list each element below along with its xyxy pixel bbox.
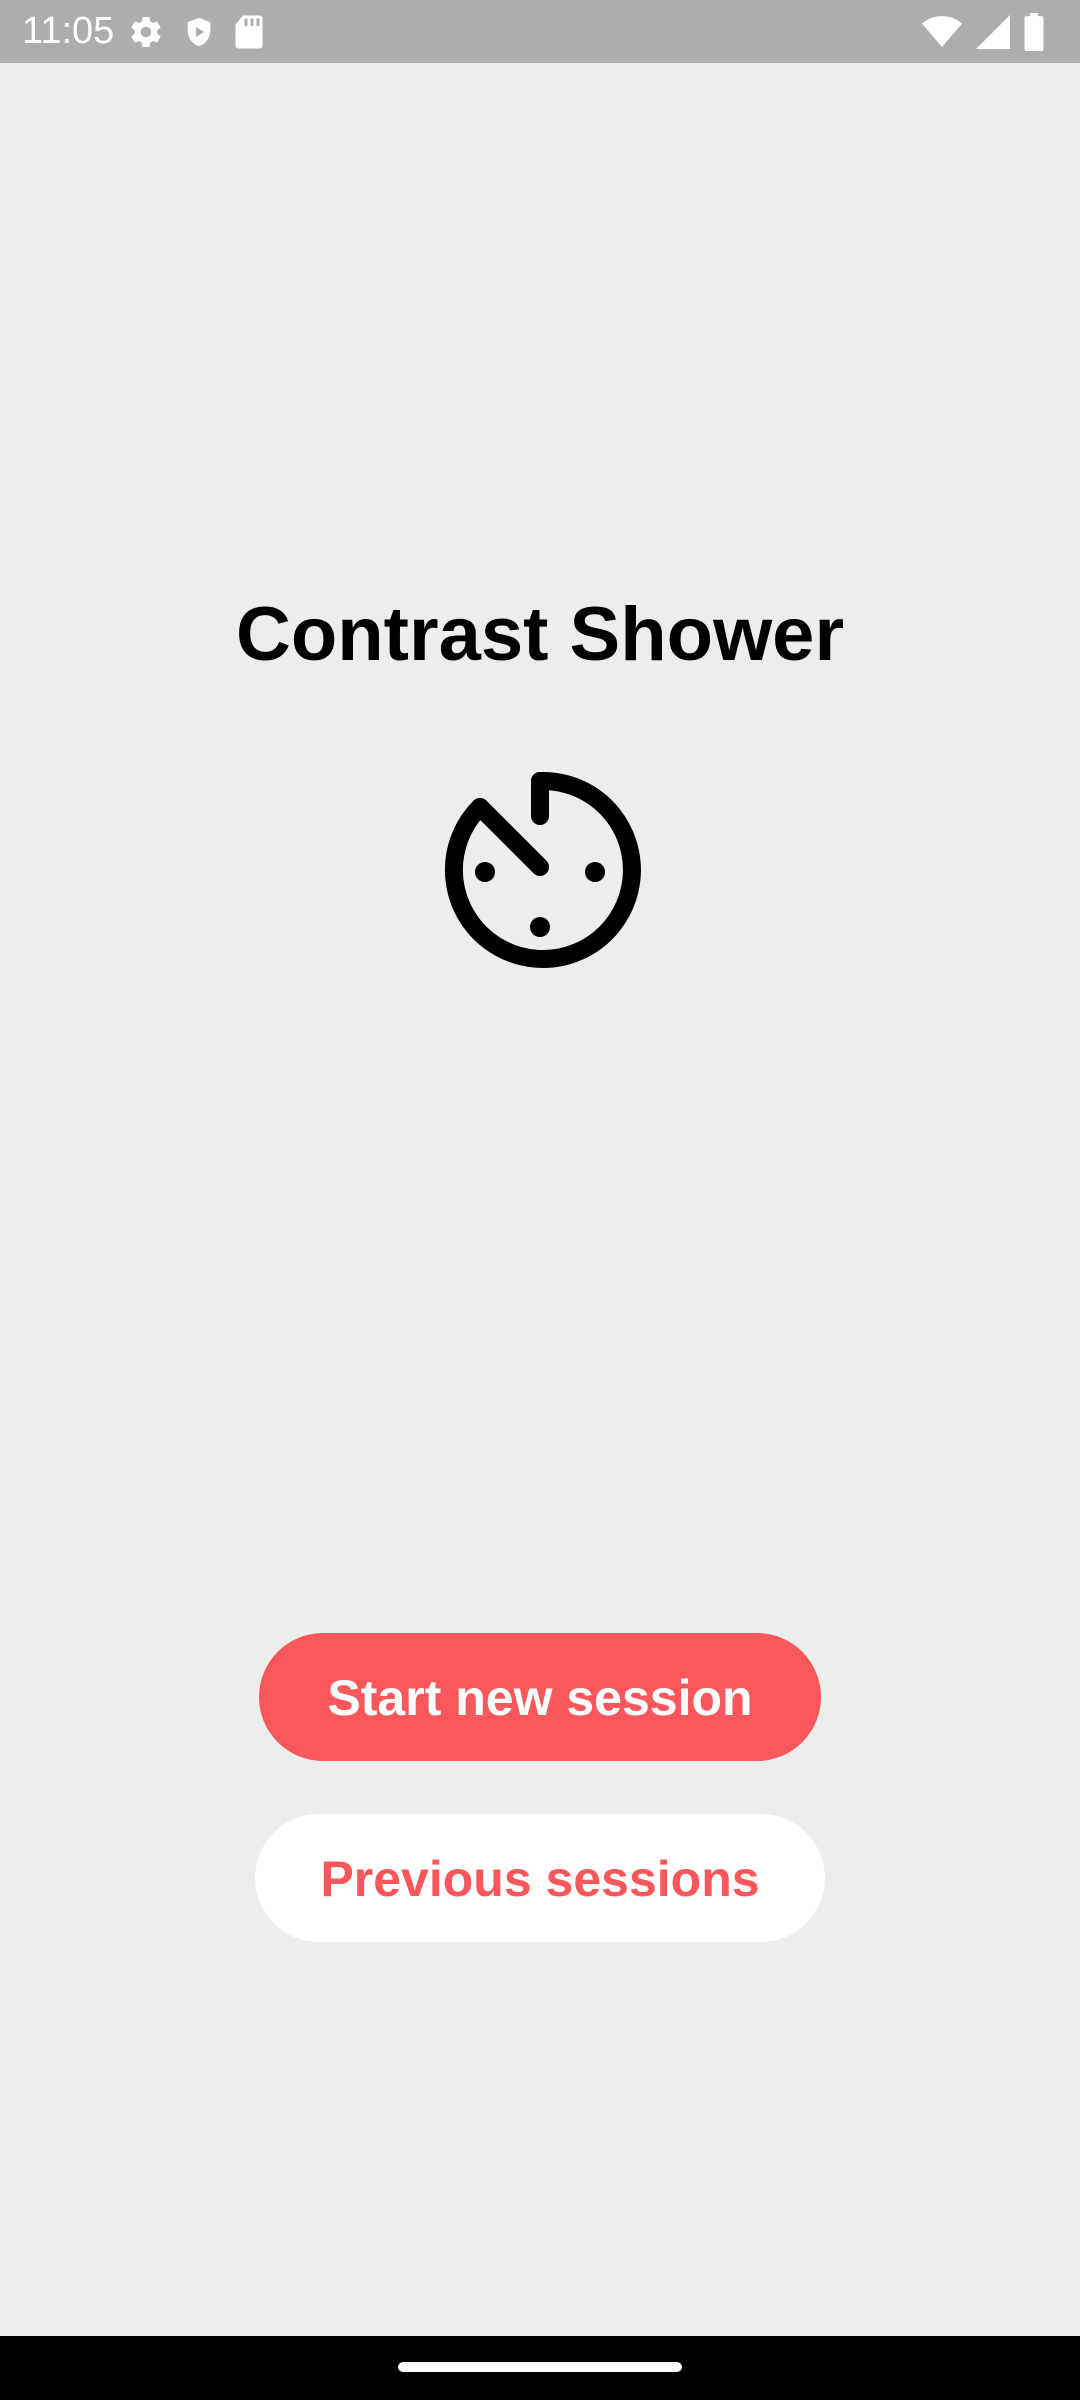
status-bar: 11:05 [0, 0, 1080, 63]
cellular-signal-icon [976, 14, 1010, 50]
battery-icon [1024, 13, 1044, 51]
status-time: 11:05 [22, 10, 115, 52]
shield-play-icon [182, 14, 216, 50]
stopwatch-timer-icon [438, 770, 642, 974]
start-new-session-button[interactable]: Start new session [259, 1633, 821, 1761]
settings-icon [128, 14, 164, 50]
home-indicator[interactable] [398, 2362, 682, 2372]
sd-card-icon [234, 14, 264, 50]
status-icons-right [922, 12, 1044, 52]
screen: 11:05 Contrast Shower Start new session … [0, 0, 1080, 2400]
wifi-icon [922, 14, 962, 50]
app-title: Contrast Shower [235, 592, 845, 677]
navigation-bar [0, 2336, 1080, 2400]
previous-sessions-button[interactable]: Previous sessions [255, 1814, 825, 1942]
status-icons-left [128, 12, 264, 52]
